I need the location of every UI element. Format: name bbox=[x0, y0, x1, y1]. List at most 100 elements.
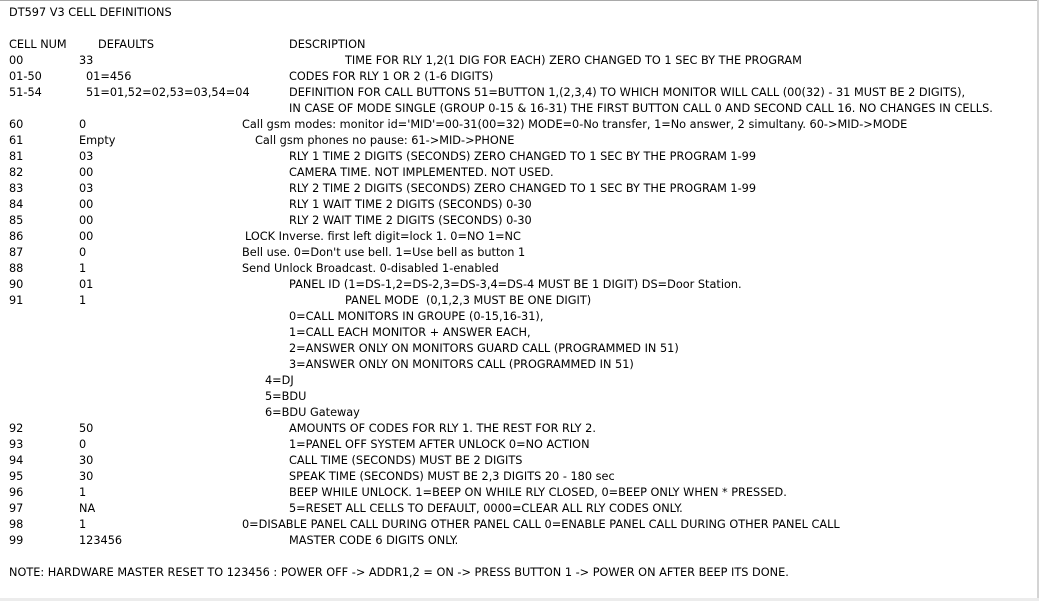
cell-number: 84 bbox=[9, 198, 24, 211]
table-row: 61 Empty Call gsm phones no pause: 61->MID… bbox=[0, 133, 1036, 149]
cell-default: 0 bbox=[79, 438, 87, 451]
table-row: 82 00 CAMERA TIME. NOT IMPLEMENTED. NOT US… bbox=[0, 165, 1036, 181]
cell-description: SPEAK TIME (SECONDS) MUST BE 2,3 DIGITS … bbox=[289, 470, 615, 483]
table-row: 94 30 CALL TIME (SECONDS) MUST BE 2 DIGITS bbox=[0, 453, 1036, 469]
cell-default: 01 bbox=[79, 278, 94, 291]
cell-description: 0=CALL MONITORS IN GROUPE (0-15,16-31), bbox=[289, 310, 544, 323]
cell-description: DEFINITION FOR CALL BUTTONS 51=BUTTON 1,… bbox=[289, 86, 966, 99]
header-description: DESCRIPTION bbox=[289, 38, 366, 51]
cell-description: 5=RESET ALL CELLS TO DEFAULT, 0000=CLEAR… bbox=[289, 502, 683, 515]
table-row: 90 01 PANEL ID (1=DS-1,2=DS-2,3=DS-3,4=DS-… bbox=[0, 277, 1036, 293]
cell-default: 1 bbox=[79, 518, 87, 531]
cell-description: 4=DJ bbox=[265, 374, 294, 387]
cell-description: PANEL MODE (0,1,2,3 MUST BE ONE DIGIT) bbox=[345, 294, 592, 307]
cell-number: 88 bbox=[9, 262, 24, 275]
header-cell-num: CELL NUM bbox=[9, 38, 67, 51]
cell-description: Send Unlock Broadcast. 0-disabled 1-enab… bbox=[242, 262, 499, 275]
cell-number: 61 bbox=[9, 134, 24, 147]
cell-default: NA bbox=[79, 502, 96, 515]
table-row: 96 1 BEEP WHILE UNLOCK. 1=BEEP ON WHILE RL… bbox=[0, 485, 1036, 501]
document-title: DT597 V3 CELL DEFINITIONS bbox=[9, 6, 172, 19]
cell-number: 94 bbox=[9, 454, 24, 467]
cell-description: 2=ANSWER ONLY ON MONITORS GUARD CALL (PR… bbox=[289, 342, 679, 355]
table-row: 01-50 01=456 CODES FOR RLY 1 OR 2 (1-6 DIG… bbox=[0, 69, 1036, 85]
table-row: 85 00 RLY 2 WAIT TIME 2 DIGITS (SECONDS) 0… bbox=[0, 213, 1036, 229]
cell-description: CALL TIME (SECONDS) MUST BE 2 DIGITS bbox=[289, 454, 523, 467]
cell-number: 92 bbox=[9, 422, 24, 435]
cell-description: CAMERA TIME. NOT IMPLEMENTED. NOT USED. bbox=[289, 166, 554, 179]
cell-description: AMOUNTS OF CODES FOR RLY 1. THE REST FOR… bbox=[289, 422, 596, 435]
cell-description: Bell use. 0=Don't use bell. 1=Use bell a… bbox=[242, 246, 526, 259]
cell-default: 51=01,52=02,53=03,54=04 bbox=[86, 86, 250, 99]
cell-default: 30 bbox=[79, 470, 94, 483]
cell-number: 95 bbox=[9, 470, 24, 483]
cell-description: 1=CALL EACH MONITOR + ANSWER EACH, bbox=[289, 326, 531, 339]
cell-description: BEEP WHILE UNLOCK. 1=BEEP ON WHILE RLY C… bbox=[289, 486, 787, 499]
cell-number: 83 bbox=[9, 182, 24, 195]
reset-note: NOTE: HARDWARE MASTER RESET TO 123456 : … bbox=[9, 566, 789, 579]
table-row: 2=ANSWER ONLY ON MONITORS GUARD CALL (PR… bbox=[0, 341, 1036, 357]
cell-default: 00 bbox=[79, 214, 94, 227]
cell-description: PANEL ID (1=DS-1,2=DS-2,3=DS-3,4=DS-4 MU… bbox=[289, 278, 742, 291]
table-row: 3=ANSWER ONLY ON MONITORS CALL (PROGRAMM… bbox=[0, 357, 1036, 373]
table-row: 98 1 0=DISABLE PANEL CALL DURING OTHER PAN… bbox=[0, 517, 1036, 533]
table-row: 4=DJ bbox=[0, 373, 1036, 389]
table-row: 0=CALL MONITORS IN GROUPE (0-15,16-31), bbox=[0, 309, 1036, 325]
cell-default: 0 bbox=[79, 118, 87, 131]
table-row: 1=CALL EACH MONITOR + ANSWER EACH, bbox=[0, 325, 1036, 341]
cell-number: 00 bbox=[9, 54, 24, 67]
cell-number: 82 bbox=[9, 166, 24, 179]
table-row: 99 123456 MASTER CODE 6 DIGITS ONLY. bbox=[0, 533, 1036, 549]
cell-description: 1=PANEL OFF SYSTEM AFTER UNLOCK 0=NO ACT… bbox=[289, 438, 590, 451]
cell-number: 87 bbox=[9, 246, 24, 259]
cell-number: 93 bbox=[9, 438, 24, 451]
table-row: 93 0 1=PANEL OFF SYSTEM AFTER UNLOCK 0=NO … bbox=[0, 437, 1036, 453]
cell-description: 5=BDU bbox=[265, 390, 307, 403]
cell-number: 98 bbox=[9, 518, 24, 531]
cell-description: Call gsm modes: monitor id='MID'=00-31(0… bbox=[242, 118, 908, 131]
cell-number: 51-54 bbox=[9, 86, 42, 99]
cell-description: Call gsm phones no pause: 61->MID->PHONE bbox=[255, 134, 515, 147]
table-row: 81 03 RLY 1 TIME 2 DIGITS (SECONDS) ZERO C… bbox=[0, 149, 1036, 165]
table-row: IN CASE OF MODE SINGLE (GROUP 0-15 & 16-… bbox=[0, 101, 1036, 117]
cell-description: IN CASE OF MODE SINGLE (GROUP 0-15 & 16-… bbox=[289, 102, 993, 115]
cell-default: 1 bbox=[79, 262, 87, 275]
table-row: 51-54 51=01,52=02,53=03,54=04 DEFINITION F… bbox=[0, 85, 1036, 101]
table-row: 95 30 SPEAK TIME (SECONDS) MUST BE 2,3 DIG… bbox=[0, 469, 1036, 485]
cell-number: 01-50 bbox=[9, 70, 42, 83]
cell-number: 99 bbox=[9, 534, 24, 547]
table-row: 5=BDU bbox=[0, 389, 1036, 405]
table-row: 91 1 PANEL MODE (0,1,2,3 MUST BE ONE DIGIT… bbox=[0, 293, 1036, 309]
table-row: 88 1 Send Unlock Broadcast. 0-disabled 1-e… bbox=[0, 261, 1036, 277]
cell-description: 0=DISABLE PANEL CALL DURING OTHER PANEL … bbox=[242, 518, 840, 531]
cell-number: 97 bbox=[9, 502, 24, 515]
cell-number: 60 bbox=[9, 118, 24, 131]
cell-description: RLY 1 TIME 2 DIGITS (SECONDS) ZERO CHANG… bbox=[289, 150, 757, 163]
window-top-border bbox=[0, 0, 1039, 1]
cell-number: 90 bbox=[9, 278, 24, 291]
cell-number: 81 bbox=[9, 150, 24, 163]
table-row: 6=BDU Gateway bbox=[0, 405, 1036, 421]
cell-default: 123456 bbox=[79, 534, 123, 547]
cell-default: 33 bbox=[79, 54, 94, 67]
cell-default: Empty bbox=[79, 134, 116, 147]
table-row: 84 00 RLY 1 WAIT TIME 2 DIGITS (SECONDS) 0… bbox=[0, 197, 1036, 213]
cell-default: 50 bbox=[79, 422, 94, 435]
cell-description: LOCK Inverse. first left digit=lock 1. 0… bbox=[245, 230, 521, 243]
cell-description: 6=BDU Gateway bbox=[265, 406, 360, 419]
table-row: 92 50 AMOUNTS OF CODES FOR RLY 1. THE REST… bbox=[0, 421, 1036, 437]
cell-description: TIME FOR RLY 1,2(1 DIG FOR EACH) ZERO CH… bbox=[345, 54, 802, 67]
table-row: 00 33 TIME FOR RLY 1,2(1 DIG FOR EACH) ZER… bbox=[0, 53, 1036, 69]
cell-default: 0 bbox=[79, 246, 87, 259]
cell-default: 03 bbox=[79, 150, 94, 163]
header-defaults: DEFAULTS bbox=[98, 38, 155, 51]
table-row: 60 0 Call gsm modes: monitor id='MID'=00-3… bbox=[0, 117, 1036, 133]
cell-default: 00 bbox=[79, 230, 94, 243]
cell-default: 30 bbox=[79, 454, 94, 467]
table-row: 97 NA 5=RESET ALL CELLS TO DEFAULT, 0000=C… bbox=[0, 501, 1036, 517]
table-row: 87 0 Bell use. 0=Don't use bell. 1=Use bel… bbox=[0, 245, 1036, 261]
cell-default: 00 bbox=[79, 198, 94, 211]
cell-default: 1 bbox=[79, 486, 87, 499]
cell-number: 86 bbox=[9, 230, 24, 243]
cell-default: 00 bbox=[79, 166, 94, 179]
